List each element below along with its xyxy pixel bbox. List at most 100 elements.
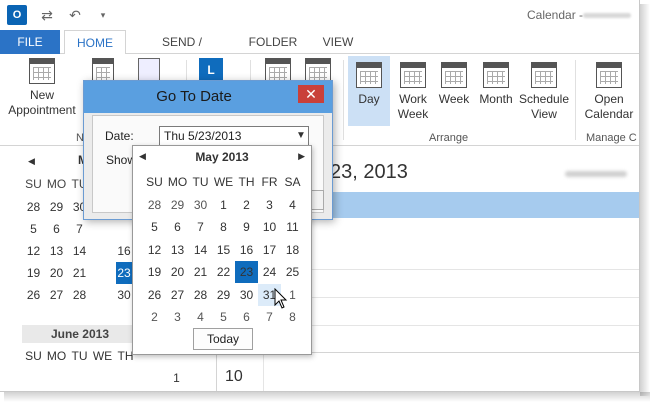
day-view-icon [356, 62, 382, 88]
popup-day[interactable]: 2 [143, 306, 166, 328]
popup-day[interactable]: 1 [212, 194, 235, 216]
popup-day[interactable]: 14 [189, 239, 212, 261]
week-view-button[interactable]: Week [436, 58, 472, 107]
mini-dow-row: SU MO TU [22, 173, 91, 195]
mini-week-row: 567 [22, 218, 91, 240]
popup-day[interactable]: 8 [212, 216, 235, 238]
mini-dow: WE [92, 349, 113, 363]
mini-day-selected[interactable]: 23 [116, 262, 132, 284]
work-week-button[interactable]: Work Week [392, 58, 434, 122]
popup-day[interactable]: 7 [189, 216, 212, 238]
popup-week-row: 5 6 7 8 9 10 11 [143, 216, 304, 239]
mini-day[interactable]: 27 [45, 284, 68, 306]
popup-day[interactable]: 30 [235, 284, 258, 306]
ribbon-separator [575, 60, 576, 140]
mini-day[interactable]: 14 [68, 240, 91, 262]
outlook-app-icon[interactable]: O [7, 5, 27, 25]
popup-day[interactable]: 24 [258, 261, 281, 283]
popup-day[interactable]: 10 [258, 216, 281, 238]
schedule-view-icon [531, 62, 557, 88]
popup-day[interactable]: 28 [143, 194, 166, 216]
popup-day[interactable]: 21 [189, 261, 212, 283]
mini-day[interactable]: 28 [68, 284, 91, 306]
mini-day[interactable]: 1 [165, 367, 188, 389]
tab-view[interactable]: VIEW [316, 30, 360, 54]
new-appointment-button[interactable]: New Appointment [4, 58, 80, 118]
mini-day[interactable]: 19 [22, 262, 45, 284]
send-receive-icon[interactable]: ⇄ [38, 6, 56, 24]
popup-day[interactable]: 27 [166, 284, 189, 306]
popup-day[interactable]: 5 [212, 306, 235, 328]
mini-day[interactable]: 29 [45, 196, 68, 218]
close-button[interactable]: ✕ [298, 85, 324, 103]
mini-day[interactable]: 28 [22, 196, 45, 218]
day-view-button[interactable]: Day [348, 56, 390, 126]
popup-day[interactable]: 9 [235, 216, 258, 238]
mouse-pointer-icon [274, 288, 288, 309]
mini-day[interactable]: 20 [45, 262, 68, 284]
month-view-button[interactable]: Month [476, 58, 516, 107]
open-calendar-icon [596, 62, 622, 88]
popup-day[interactable]: 6 [166, 216, 189, 238]
mini-day[interactable]: 6 [45, 218, 68, 240]
popup-day[interactable]: 26 [143, 284, 166, 306]
popup-day[interactable]: 17 [258, 239, 281, 261]
popup-day[interactable]: 28 [189, 284, 212, 306]
popup-day[interactable]: 20 [166, 261, 189, 283]
popup-day[interactable]: 19 [143, 261, 166, 283]
mini-day[interactable]: 7 [68, 218, 91, 240]
next-month-icon[interactable]: ▶ [298, 151, 305, 162]
mini-day[interactable]: 13 [45, 240, 68, 262]
mini-day[interactable]: 5 [22, 218, 45, 240]
popup-day[interactable]: 22 [212, 261, 235, 283]
date-field[interactable]: Thu 5/23/2013 [159, 126, 309, 146]
popup-dow: SA [284, 175, 301, 189]
dialog-title-bar[interactable]: Go To Date ✕ [84, 81, 332, 113]
popup-day[interactable]: 30 [189, 194, 212, 216]
popup-day[interactable]: 5 [143, 216, 166, 238]
customize-qat-icon[interactable]: ▾ [94, 6, 112, 24]
popup-day[interactable]: 11 [281, 216, 304, 238]
popup-day[interactable]: 12 [143, 239, 166, 261]
tab-send-receive[interactable]: SEND / RECEIVE [136, 30, 228, 73]
ribbon-separator [343, 60, 344, 140]
tab-file[interactable]: FILE [0, 30, 60, 54]
popup-day[interactable]: 25 [281, 261, 304, 283]
mini-day[interactable]: 26 [22, 284, 45, 306]
mini-prev-month-icon[interactable]: ◀ [28, 156, 35, 167]
popup-day[interactable]: 4 [189, 306, 212, 328]
popup-day[interactable]: 6 [235, 306, 258, 328]
popup-week-row: 12 13 14 15 16 17 18 [143, 239, 304, 262]
mini-day[interactable]: 16 [116, 240, 132, 262]
popup-day[interactable]: 29 [212, 284, 235, 306]
mini-dow: SU [25, 177, 42, 191]
popup-day[interactable]: 13 [166, 239, 189, 261]
redacted-header-info [565, 171, 627, 177]
redacted-username [583, 13, 631, 18]
undo-icon[interactable]: ↶ [66, 6, 84, 24]
popup-dow: MO [167, 175, 188, 189]
popup-dow: TH [238, 175, 255, 189]
today-button[interactable]: Today [193, 328, 253, 350]
schedule-view-button[interactable]: Schedule View [518, 58, 570, 122]
day-view-label: Day [358, 92, 380, 106]
popup-day[interactable]: 16 [235, 239, 258, 261]
popup-day[interactable]: 15 [212, 239, 235, 261]
popup-day[interactable]: 4 [281, 194, 304, 216]
popup-day[interactable]: 2 [235, 194, 258, 216]
popup-day[interactable]: 18 [281, 239, 304, 261]
mini-day[interactable]: 12 [22, 240, 45, 262]
chevron-down-icon[interactable]: ▼ [294, 127, 308, 145]
mini-day[interactable]: 21 [68, 262, 91, 284]
popup-dow-row: SU MO TU WE TH FR SA [143, 171, 304, 194]
dialog-ok-button-edge[interactable] [310, 190, 324, 210]
tab-home[interactable]: HOME [64, 30, 126, 55]
popup-day[interactable]: 29 [166, 194, 189, 216]
popup-day-selected[interactable]: 23 [235, 261, 258, 283]
popup-day[interactable]: 3 [166, 306, 189, 328]
open-calendar-button[interactable]: Open Calendar [580, 58, 638, 122]
popup-day[interactable]: 3 [258, 194, 281, 216]
mini-day[interactable]: 30 [116, 284, 132, 306]
popup-month-title: May 2013 [195, 150, 249, 164]
tab-folder[interactable]: FOLDER [244, 30, 302, 54]
